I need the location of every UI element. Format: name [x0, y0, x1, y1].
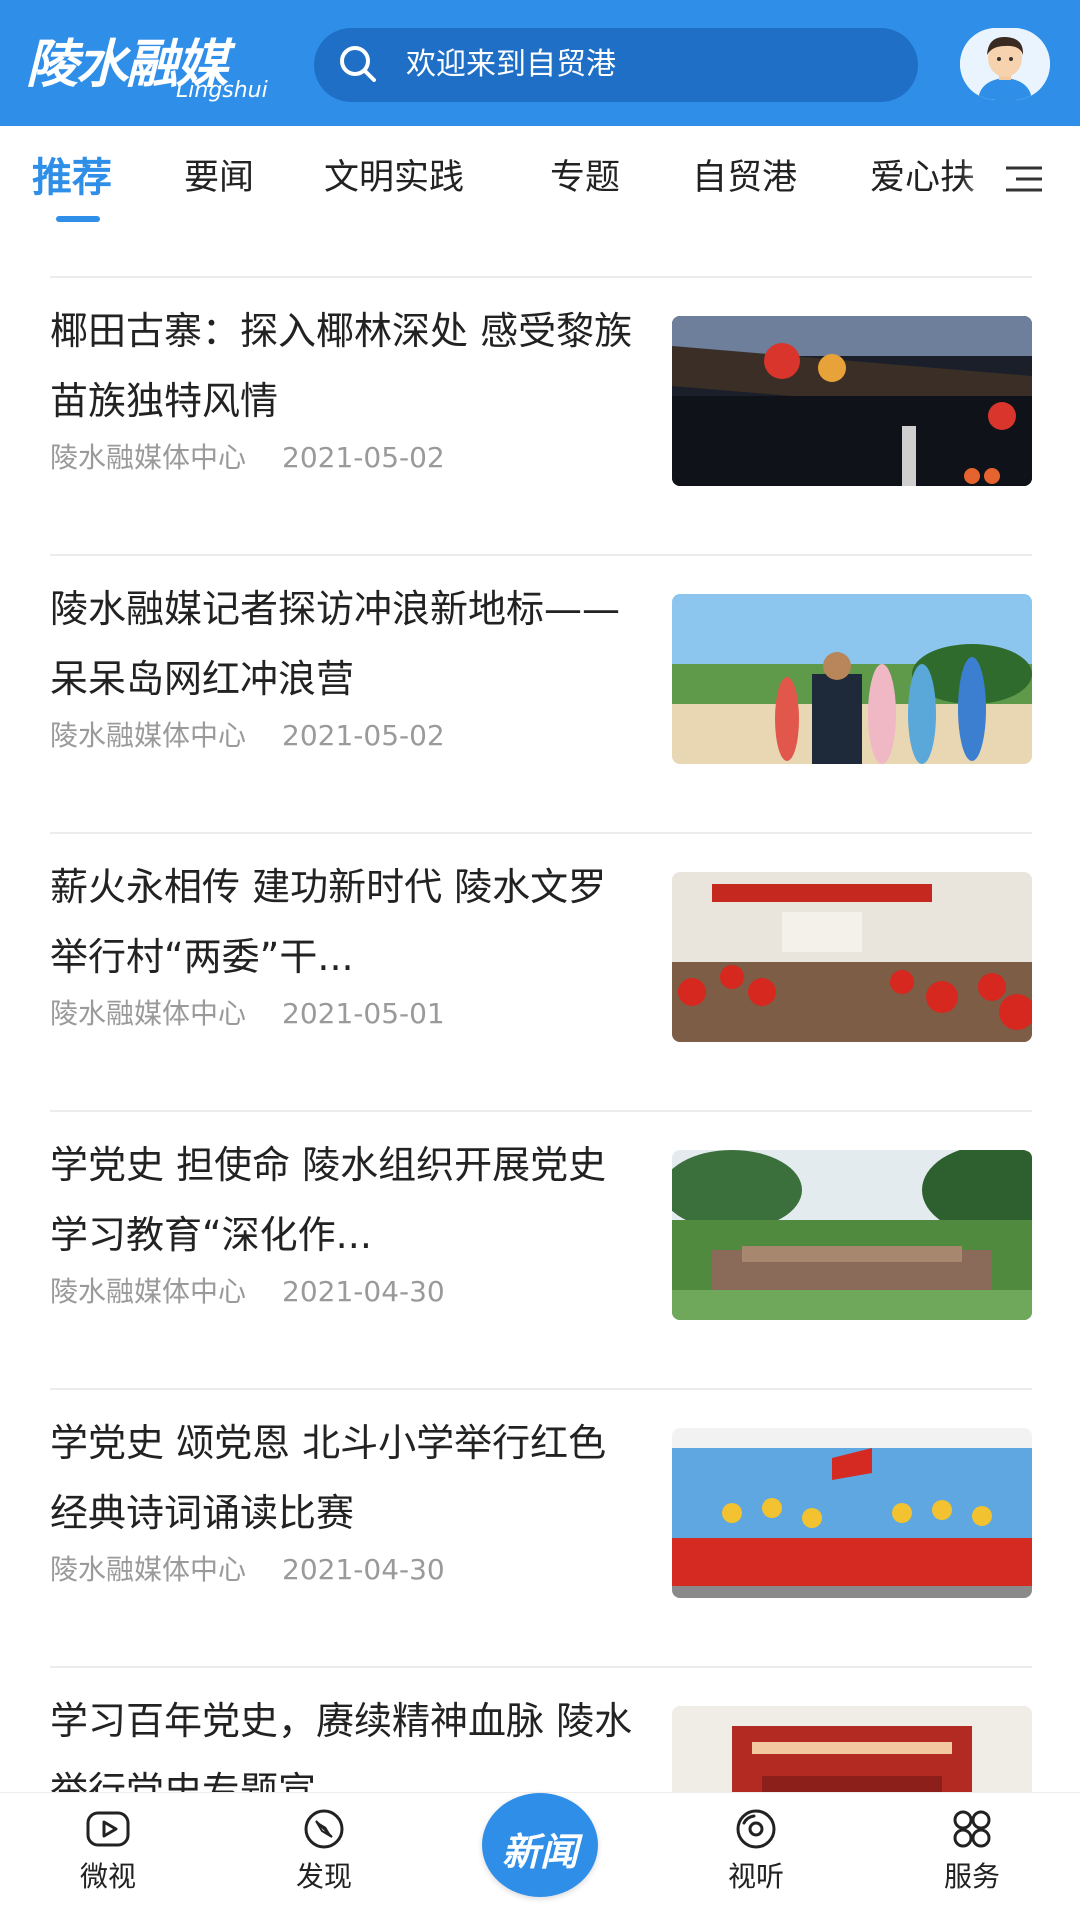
nav-services[interactable]: 服务: [902, 1807, 1042, 1895]
tab-civilization-practice[interactable]: 文明实践: [324, 156, 464, 200]
news-meta: 陵水融媒体中心 2021-04-30: [50, 1270, 445, 1310]
tab-free-trade-port[interactable]: 自贸港: [692, 156, 797, 200]
news-date: 2021-04-30: [282, 1553, 445, 1586]
active-tab-indicator: [56, 216, 100, 222]
tab-headlines[interactable]: 要闻: [184, 156, 254, 200]
news-thumbnail: [672, 1150, 1032, 1320]
news-item[interactable]: 学习百年党史，赓续精神血脉 陵水举行党史专题宣: [0, 1670, 1080, 1792]
logo-subtext: Lingshui: [176, 78, 268, 103]
news-thumbnail: [672, 872, 1032, 1042]
app-header: 陵水融媒 Lingshui 欢迎来到自贸港: [0, 0, 1080, 126]
news-title: 陵水融媒记者探访冲浪新地标——呆呆岛网红冲浪营: [50, 587, 621, 701]
divider: [50, 276, 1032, 278]
news-date: 2021-05-02: [282, 719, 445, 752]
news-source: 陵水融媒体中心: [50, 997, 247, 1030]
nav-label: 发现: [295, 1860, 352, 1893]
news-feed[interactable]: 椰田古寨：探入椰林深处 感受黎族苗族独特风情 陵水融媒体中心 2021-05-02…: [0, 232, 1080, 1792]
news-source: 陵水融媒体中心: [50, 719, 247, 752]
divider: [50, 1388, 1032, 1390]
menu-icon[interactable]: [1004, 164, 1044, 194]
compass-icon: [304, 1809, 344, 1849]
news-thumbnail: [672, 316, 1032, 486]
nav-microvideo[interactable]: 微视: [38, 1807, 178, 1895]
news-date: 2021-05-01: [282, 997, 445, 1030]
news-source: 陵水融媒体中心: [50, 1553, 247, 1586]
news-title: 薪火永相传 建功新时代 陵水文罗举行村“两委”干...: [50, 865, 607, 979]
tab-recommend[interactable]: 推荐: [32, 156, 112, 200]
nav-news-center-button[interactable]: 新闻: [482, 1793, 598, 1897]
app-logo[interactable]: 陵水融媒 Lingshui: [26, 22, 286, 108]
search-icon: [340, 46, 376, 82]
news-date: 2021-05-02: [282, 441, 445, 474]
news-meta: 陵水融媒体中心 2021-05-02: [50, 714, 445, 754]
news-item[interactable]: 椰田古寨：探入椰林深处 感受黎族苗族独特风情 陵水融媒体中心 2021-05-02: [0, 280, 1080, 558]
nav-audiovisual[interactable]: 视听: [686, 1807, 826, 1895]
category-tabs: 推荐 要闻 文明实践 专题 自贸港 爱心扶: [0, 126, 1080, 232]
nav-discover[interactable]: 发现: [254, 1807, 394, 1895]
tab-special-topics[interactable]: 专题: [550, 156, 620, 200]
news-date: 2021-04-30: [282, 1275, 445, 1308]
news-meta: 陵水融媒体中心 2021-05-02: [50, 436, 445, 476]
divider: [50, 1666, 1032, 1668]
news-title: 学习百年党史，赓续精神血脉 陵水举行党史专题宣: [50, 1699, 633, 1792]
nav-label: 微视: [79, 1860, 136, 1893]
user-avatar-icon[interactable]: [960, 28, 1050, 100]
news-item[interactable]: 学党史 担使命 陵水组织开展党史学习教育“深化作... 陵水融媒体中心 2021-…: [0, 1114, 1080, 1392]
bottom-navigation: 微视 发现 新闻 视听 服务: [0, 1792, 1080, 1921]
grid-services-icon: [953, 1810, 991, 1848]
news-thumbnail: [672, 1706, 1032, 1792]
news-title: 学党史 担使命 陵水组织开展党史学习教育“深化作...: [50, 1143, 607, 1257]
divider: [50, 554, 1032, 556]
divider: [50, 832, 1032, 834]
news-center-label: 新闻: [501, 1829, 578, 1874]
nav-label: 视听: [727, 1860, 784, 1893]
news-item[interactable]: 学党史 颂党恩 北斗小学举行红色经典诗词诵读比赛 陵水融媒体中心 2021-04-…: [0, 1392, 1080, 1670]
news-thumbnail: [672, 594, 1032, 764]
disc-icon: [736, 1809, 776, 1849]
search-bar[interactable]: 欢迎来到自贸港: [314, 28, 918, 102]
nav-label: 服务: [943, 1860, 1000, 1893]
divider: [50, 1110, 1032, 1112]
search-placeholder: 欢迎来到自贸港: [406, 47, 616, 82]
play-video-icon: [86, 1811, 130, 1847]
news-thumbnail: [672, 1428, 1032, 1598]
news-title: 学党史 颂党恩 北斗小学举行红色经典诗词诵读比赛: [50, 1421, 607, 1535]
news-title: 椰田古寨：探入椰林深处 感受黎族苗族独特风情: [50, 309, 633, 423]
news-item[interactable]: 陵水融媒记者探访冲浪新地标——呆呆岛网红冲浪营 陵水融媒体中心 2021-05-0…: [0, 558, 1080, 836]
news-meta: 陵水融媒体中心 2021-05-01: [50, 992, 445, 1032]
news-source: 陵水融媒体中心: [50, 1275, 247, 1308]
news-meta: 陵水融媒体中心 2021-04-30: [50, 1548, 445, 1588]
news-source: 陵水融媒体中心: [50, 441, 247, 474]
news-item[interactable]: 薪火永相传 建功新时代 陵水文罗举行村“两委”干... 陵水融媒体中心 2021-…: [0, 836, 1080, 1114]
